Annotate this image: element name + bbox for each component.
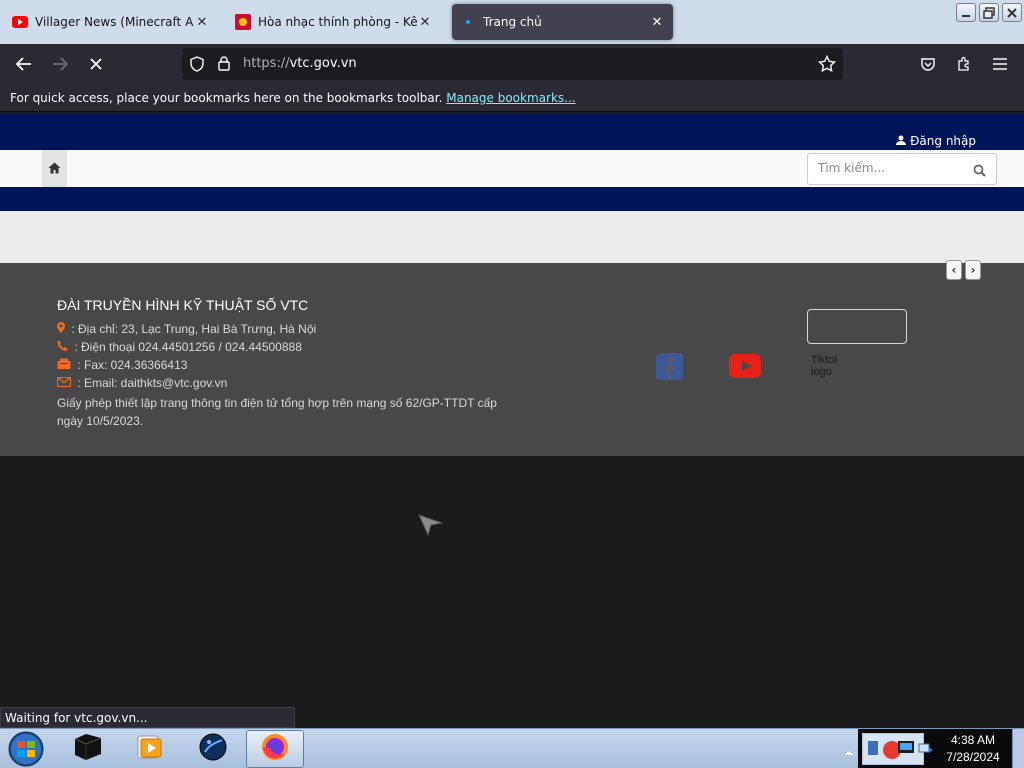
tab-villager-news[interactable]: Villager News (Minecraft Anima ✕ xyxy=(4,4,218,40)
tracking-protection-icon[interactable] xyxy=(189,56,205,76)
show-hidden-icons-button[interactable] xyxy=(844,743,854,762)
footer-fax: : Fax: 024.36366413 xyxy=(57,358,187,372)
taskbar-app-firefox[interactable] xyxy=(246,730,304,768)
cursor-arrow-icon xyxy=(418,511,444,541)
tab-trang-chu[interactable]: Trang chủ ✕ xyxy=(452,4,673,40)
url-host: vtc.gov.vn xyxy=(289,56,357,71)
home-button[interactable] xyxy=(42,150,67,187)
network-icon[interactable] xyxy=(918,741,934,761)
url-scheme: https:// xyxy=(243,56,290,71)
media-player-icon xyxy=(136,734,164,764)
stop-loading-button[interactable] xyxy=(84,52,108,76)
close-tab-icon[interactable]: ✕ xyxy=(417,15,433,30)
terminal-icon xyxy=(72,733,104,765)
site-search xyxy=(807,153,997,185)
pocket-icon[interactable] xyxy=(916,52,940,76)
vtc-icon xyxy=(235,14,251,30)
page-body-dark xyxy=(0,456,1024,728)
clock[interactable]: 4:38 AM 7/28/2024 xyxy=(940,732,1006,766)
menu-icon[interactable] xyxy=(988,52,1012,76)
navigation-toolbar: https://vtc.gov.vn xyxy=(0,44,1024,84)
extensions-icon[interactable] xyxy=(952,52,976,76)
clock-time: 4:38 AM xyxy=(950,733,996,747)
phone-text: : Điện thoại 024.44501256 / 024.44500888 xyxy=(74,340,302,354)
tab-hoa-nhac[interactable]: Hòa nhạc thính phòng - Kênh V ✕ xyxy=(227,4,441,40)
tab-title: Trang chủ xyxy=(483,15,542,29)
address-bar[interactable]: https://vtc.gov.vn xyxy=(182,48,843,80)
footer-address: : Địa chỉ: 23, Lạc Trung, Hai Bà Trưng, … xyxy=(57,322,316,336)
show-desktop-button[interactable] xyxy=(1012,729,1024,768)
close-window-button[interactable] xyxy=(1002,3,1022,22)
taskbar: 4:38 AM 7/28/2024 xyxy=(0,728,1024,768)
phone-icon xyxy=(57,340,71,354)
restore-button[interactable] xyxy=(979,3,999,22)
globe-icon xyxy=(198,732,228,766)
youtube-icon xyxy=(12,14,28,30)
email-text: : Email: daithkts@vtc.gov.vn xyxy=(77,376,228,390)
site-header: Đăng nhập xyxy=(0,113,1024,150)
carousel-prev-button[interactable]: ‹ xyxy=(946,260,962,280)
manage-bookmarks-link[interactable]: Manage bookmarks... xyxy=(446,91,575,105)
taskbar-app-media-player[interactable] xyxy=(122,730,178,768)
start-button[interactable] xyxy=(4,730,48,768)
navy-divider xyxy=(0,187,1024,211)
tab-title: Hòa nhạc thính phòng - Kênh V xyxy=(258,15,417,29)
tiktok-logo[interactable]: Tiktok logo xyxy=(811,354,837,378)
youtube-icon[interactable] xyxy=(729,354,761,382)
web-page: Đăng nhập ‹ › ĐÀI TRUYỀN HÌNH KỸ THUẬT S… xyxy=(0,113,1024,728)
fax-text: : Fax: 024.36366413 xyxy=(77,358,188,372)
status-panel: Waiting for vtc.gov.vn... xyxy=(0,707,295,728)
lock-icon[interactable] xyxy=(217,55,231,76)
bookmarks-toolbar: For quick access, place your bookmarks h… xyxy=(0,84,1024,112)
search-icon[interactable] xyxy=(973,162,986,181)
tab-title: Villager News (Minecraft Anima xyxy=(35,15,194,29)
tray-app-icon[interactable] xyxy=(861,732,925,768)
user-icon xyxy=(896,134,910,148)
search-input[interactable] xyxy=(818,161,968,175)
license-text: Giấy phép thiết lập trang thông tin điện… xyxy=(57,396,497,428)
close-tab-icon[interactable]: ✕ xyxy=(194,15,210,30)
firefox-icon xyxy=(260,732,290,766)
bookmarks-message: For quick access, place your bookmarks h… xyxy=(10,91,576,105)
taskbar-app-globe[interactable] xyxy=(185,730,241,768)
footer-email: : Email: daithkts@vtc.gov.vn xyxy=(56,376,228,390)
login-label: Đăng nhập xyxy=(910,134,976,148)
footer-empty-box xyxy=(807,309,907,344)
footer-title: ĐÀI TRUYỀN HÌNH KỸ THUẬT SỐ VTC xyxy=(57,297,309,313)
facebook-icon[interactable] xyxy=(656,353,683,384)
tab-strip: Villager News (Minecraft Anima ✕ Hòa nhạ… xyxy=(0,0,1024,44)
taskbar-app-terminal[interactable] xyxy=(60,730,116,768)
map-marker-icon xyxy=(57,322,68,336)
forward-button[interactable] xyxy=(48,52,72,76)
main-menu-bar xyxy=(0,150,1024,187)
address-text: : Địa chỉ: 23, Lạc Trung, Hai Bà Trưng, … xyxy=(71,322,317,336)
back-button[interactable] xyxy=(12,52,36,76)
envelope-icon xyxy=(56,376,74,390)
fax-icon xyxy=(57,358,74,372)
url-text[interactable]: https://vtc.gov.vn xyxy=(243,56,357,71)
carousel-next-button[interactable]: › xyxy=(965,260,981,280)
minimize-button[interactable] xyxy=(956,3,976,22)
loading-icon xyxy=(460,14,476,30)
bookmarks-hint: For quick access, place your bookmarks h… xyxy=(10,91,443,105)
login-link[interactable]: Đăng nhập xyxy=(896,134,976,148)
footer-phone: : Điện thoại 024.44501256 / 024.44500888 xyxy=(57,340,302,354)
content-placeholder xyxy=(0,211,1024,263)
clock-date: 7/28/2024 xyxy=(946,750,1000,764)
bookmark-star-icon[interactable] xyxy=(817,54,837,77)
home-icon xyxy=(48,159,61,178)
close-tab-icon[interactable]: ✕ xyxy=(649,15,665,30)
